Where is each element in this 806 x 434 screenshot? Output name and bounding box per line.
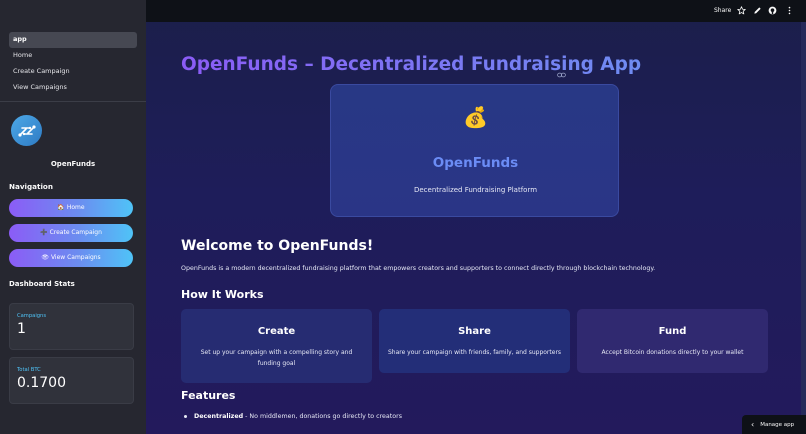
hero-subtitle: Decentralized Fundraising Platform: [413, 186, 538, 194]
feature-name: Decentralized: [194, 413, 244, 420]
feature-list-item: Decentralized - No middlemen, donations …: [184, 413, 402, 420]
sidebar-divider: [0, 101, 146, 102]
nav-create-campaign-button[interactable]: ➕ Create Campaign: [9, 224, 133, 242]
plus-icon: ➕: [40, 229, 48, 236]
card-title: Share: [458, 326, 491, 337]
intro-text: OpenFunds is a modern decentralized fund…: [181, 265, 656, 272]
welcome-heading: Welcome to OpenFunds!: [181, 238, 374, 254]
feature-card-create: Create Set up your campaign with a compe…: [181, 309, 372, 383]
page-nav: app Home Create Campaign View Campaigns: [0, 0, 146, 96]
more-menu-icon[interactable]: [785, 6, 794, 15]
brand-name: OpenFunds: [50, 160, 96, 168]
page-link-create-campaign[interactable]: Create Campaign: [9, 64, 137, 80]
card-description: Share your campaign with friends, family…: [387, 349, 562, 356]
chevron-left-icon: ‹: [751, 420, 755, 429]
eye-icon: 👁: [41, 254, 49, 261]
how-it-works-heading: How It Works: [181, 288, 264, 301]
feature-card-fund: Fund Accept Bitcoin donations directly t…: [577, 309, 768, 373]
feature-text: - No middlemen, donations go directly to…: [243, 413, 402, 420]
anchor-link-icon[interactable]: [557, 63, 566, 82]
navigation-heading: Navigation: [9, 182, 53, 191]
card-title: Create: [257, 326, 296, 337]
github-icon[interactable]: [768, 6, 777, 15]
hero-title: OpenFunds: [432, 155, 519, 171]
stat-card-total-btc: Total BTC 0.1700: [9, 357, 134, 404]
page-title: OpenFunds – Decentralized Fundraising Ap…: [181, 54, 642, 75]
stat-value: 1: [17, 321, 26, 337]
stat-value: 0.1700: [17, 375, 66, 391]
page-link-view-campaigns[interactable]: View Campaigns: [9, 80, 137, 96]
nav-view-campaigns-label: View Campaigns: [50, 254, 101, 261]
manage-app-button[interactable]: ‹ Manage app: [742, 415, 806, 434]
feature-card-share: Share Share your campaign with friends, …: [379, 309, 570, 373]
card-title: Fund: [658, 326, 687, 337]
main-content: Share OpenFunds – Decentralized Fundrais…: [146, 0, 806, 434]
page-link-app[interactable]: app: [9, 32, 137, 48]
home-icon: 🏠: [57, 204, 65, 211]
stat-label: Total BTC: [17, 367, 41, 373]
share-button[interactable]: Share: [714, 7, 731, 14]
nav-home-label: Home: [66, 204, 85, 211]
edit-icon[interactable]: [753, 6, 762, 15]
dashboard-stats-heading: Dashboard Stats: [9, 280, 75, 288]
logo-icon: [11, 115, 42, 146]
card-description: Accept Bitcoin donations directly to you…: [601, 349, 744, 356]
page-link-home[interactable]: Home: [9, 48, 137, 64]
nav-view-campaigns-button[interactable]: 👁 View Campaigns: [9, 249, 133, 267]
star-icon[interactable]: [737, 6, 746, 15]
hero-card: 💰 OpenFunds Decentralized Fundraising Pl…: [330, 84, 619, 217]
app-header: Share: [146, 0, 806, 22]
stat-card-campaigns: Campaigns 1: [9, 303, 134, 350]
nav-create-campaign-label: Create Campaign: [49, 229, 102, 236]
card-description: Set up your campaign with a compelling s…: [200, 349, 353, 367]
manage-app-label: Manage app: [760, 422, 795, 428]
features-heading: Features: [181, 389, 236, 402]
bullet-icon: [184, 414, 187, 418]
scrollbar[interactable]: [801, 22, 806, 434]
money-bag-icon: 💰: [463, 105, 488, 129]
nav-home-button[interactable]: 🏠 Home: [9, 199, 133, 217]
stat-label: Campaigns: [17, 313, 47, 319]
sidebar: app Home Create Campaign View Campaigns …: [0, 0, 146, 434]
